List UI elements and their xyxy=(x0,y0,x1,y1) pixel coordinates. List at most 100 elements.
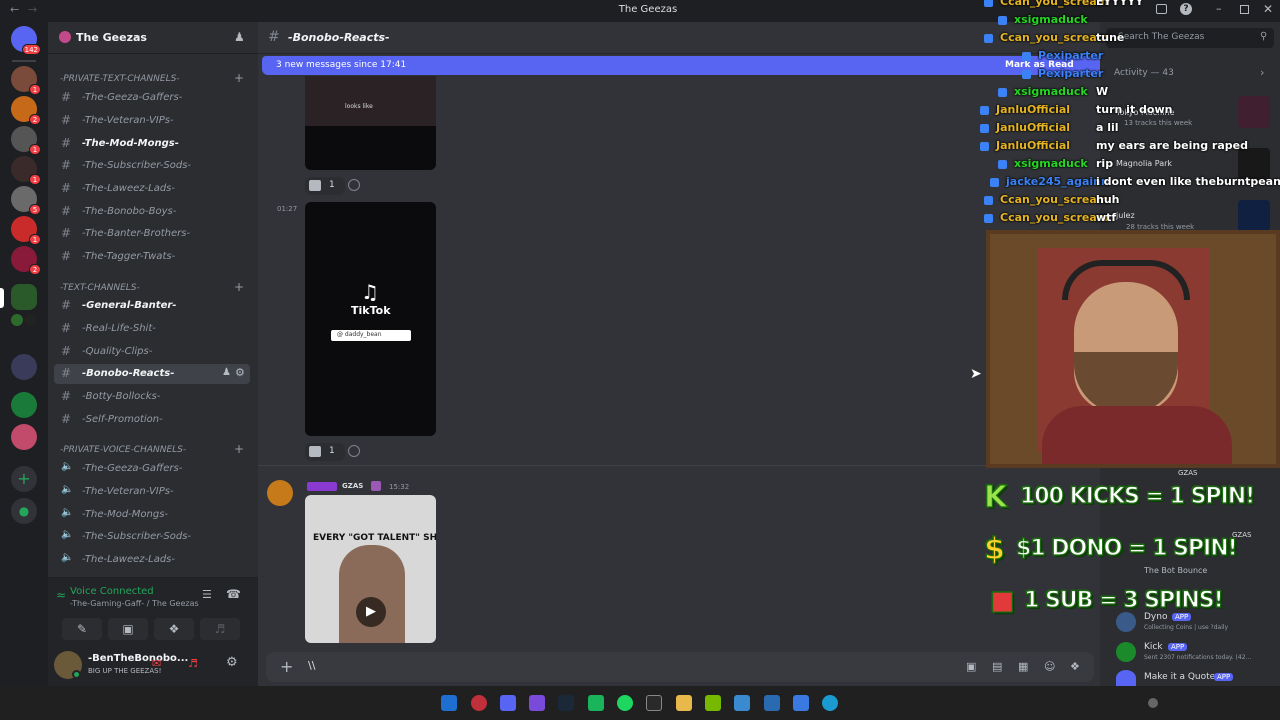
server-icon[interactable]: 2 xyxy=(11,246,41,275)
tray-icon[interactable] xyxy=(1148,698,1158,708)
member-name[interactable]: Make it a Quote xyxy=(1144,672,1215,682)
video-attachment[interactable]: looks like xyxy=(305,76,436,170)
add-attachment-icon[interactable]: + xyxy=(280,657,293,676)
server-icon[interactable] xyxy=(11,314,23,326)
channel-item[interactable]: # -The-Tagger-Twats- xyxy=(54,247,250,267)
channel-item-selected[interactable]: # -Bonobo-Reacts- ♟ ⚙ xyxy=(54,364,250,384)
emoji-picker-icon[interactable]: ☺ xyxy=(1044,660,1055,673)
app-icon[interactable] xyxy=(529,695,545,711)
server-icon[interactable]: 1 xyxy=(11,126,41,155)
app-icon[interactable] xyxy=(588,695,604,711)
server-icon[interactable]: 1 xyxy=(11,216,41,245)
reaction[interactable]: 1 xyxy=(305,443,345,461)
add-reaction-icon[interactable] xyxy=(348,445,360,457)
play-icon[interactable]: ▶ xyxy=(356,597,386,627)
reaction[interactable]: 1 xyxy=(305,177,345,195)
spotify-icon[interactable] xyxy=(617,695,633,711)
channel-name: -The-Subscriber-Sods- xyxy=(82,160,192,171)
channel-item[interactable]: # -The-Laweez-Lads- xyxy=(54,179,250,199)
app-icon[interactable] xyxy=(471,695,487,711)
forward-arrow-icon[interactable]: → xyxy=(28,3,37,16)
add-reaction-icon[interactable] xyxy=(348,179,360,191)
channel-item[interactable]: # -The-Mod-Mongs- xyxy=(54,134,250,154)
category-private-text[interactable]: -PRIVATE-TEXT-CHANNELS- xyxy=(60,74,180,84)
gif-icon[interactable]: ▤ xyxy=(992,660,1002,673)
server-icon[interactable]: 5 xyxy=(11,186,41,215)
channel-item[interactable]: # -Quality-Clips- xyxy=(54,342,250,362)
server-tag: GZAS xyxy=(342,482,364,490)
channel-item[interactable]: # -The-Subscriber-Sods- xyxy=(54,156,250,176)
channel-item[interactable]: # -The-Bonobo-Boys- xyxy=(54,202,250,222)
add-channel-icon[interactable]: + xyxy=(234,442,244,456)
settings-gear-icon[interactable]: ⚙ xyxy=(226,655,238,670)
server-icon[interactable] xyxy=(11,392,37,418)
gear-icon[interactable]: ⚙ xyxy=(235,366,245,379)
voice-channel-item[interactable]: 🔈 -The-Veteran-VIPs- xyxy=(54,482,250,502)
camera-off-button[interactable]: ✎ xyxy=(62,618,102,640)
guild-header[interactable]: The Geezas ⌄ ♟ xyxy=(48,22,258,54)
channel-item[interactable]: # -The-Geeza-Gaffers- xyxy=(54,88,250,108)
category-private-voice[interactable]: -PRIVATE-VOICE-CHANNELS- xyxy=(60,445,186,455)
server-icon[interactable] xyxy=(11,354,37,380)
back-arrow-icon[interactable]: ← xyxy=(10,3,19,16)
message-composer[interactable]: + \\ ▣ ▤ ▦ ☺ ❖ xyxy=(266,652,1094,682)
invite-icon[interactable]: ♟ xyxy=(222,367,231,378)
steam-icon[interactable] xyxy=(558,695,574,711)
channel-item[interactable]: # -Botty-Bollocks- xyxy=(54,387,250,407)
soundboard-button[interactable]: ♬ xyxy=(200,618,240,640)
channel-name: -Quality-Clips- xyxy=(82,346,153,357)
server-icon[interactable]: 1 xyxy=(11,66,41,95)
add-server-icon[interactable]: + xyxy=(11,466,37,492)
chat-badge-icon xyxy=(984,214,993,223)
nvidia-icon[interactable] xyxy=(705,695,721,711)
tiktok-video[interactable]: ♫ TikTok @ daddy_bean xyxy=(305,202,436,436)
server-icon-the-geezas[interactable] xyxy=(11,284,37,310)
channel-item[interactable]: # -The-Veteran-VIPs- xyxy=(54,111,250,131)
edge-icon[interactable] xyxy=(822,695,838,711)
avatar[interactable] xyxy=(267,480,293,506)
explore-icon[interactable]: ● xyxy=(11,498,37,524)
server-icon[interactable] xyxy=(11,424,37,450)
apps-icon[interactable]: ❖ xyxy=(1070,660,1080,673)
notepad-icon[interactable] xyxy=(734,695,750,711)
server-icon[interactable]: 1 xyxy=(11,156,41,185)
gift-icon[interactable]: ▣ xyxy=(966,660,976,673)
sticker-icon[interactable]: ▦ xyxy=(1018,660,1028,673)
video-attachment[interactable]: EVERY "GOT TALENT" SHOW ▶ xyxy=(305,495,436,643)
folder-icon[interactable] xyxy=(676,695,692,711)
avatar[interactable] xyxy=(1116,670,1136,686)
screen-share-button[interactable]: ▣ xyxy=(108,618,148,640)
add-member-icon[interactable]: ♟ xyxy=(234,30,245,44)
mute-icon[interactable]: ✉ xyxy=(152,657,161,670)
voice-channel-item[interactable]: 🔈 -The-Laweez-Lads- xyxy=(54,550,250,570)
activities-button[interactable]: ❖ xyxy=(154,618,194,640)
add-channel-icon[interactable]: + xyxy=(234,71,244,85)
app-icon[interactable] xyxy=(764,695,780,711)
voice-channel-item[interactable]: 🔈 -The-Geeza-Gaffers- xyxy=(54,459,250,479)
username[interactable]: -BenTheBonobo... xyxy=(88,653,188,664)
channel-item[interactable]: # -Real-Life-Shit- xyxy=(54,319,250,339)
channel-item[interactable]: # -General-Banter- xyxy=(54,296,250,316)
discord-icon[interactable] xyxy=(500,695,516,711)
server-icon[interactable] xyxy=(25,314,37,326)
epic-games-icon[interactable] xyxy=(646,695,662,711)
disconnect-icon[interactable]: ☎ xyxy=(226,587,241,601)
divider xyxy=(258,465,1100,466)
channel-item[interactable]: # -The-Banter-Brothers- xyxy=(54,224,250,244)
voice-channel-name[interactable]: -The-Gaming-Gaff- / The Geezas xyxy=(70,599,199,608)
voice-channel-item[interactable]: 🔈 -The-Subscriber-Sods- xyxy=(54,527,250,547)
start-icon[interactable] xyxy=(441,695,457,711)
voice-channel-item[interactable]: 🔈 -The-Mod-Mongs- xyxy=(54,505,250,525)
deafen-icon[interactable]: ♬ xyxy=(188,657,198,670)
app-badge: APP xyxy=(1214,673,1234,681)
author-name[interactable] xyxy=(307,482,337,491)
app-icon[interactable] xyxy=(793,695,809,711)
signal-icon[interactable]: ≈ xyxy=(56,588,66,602)
channel-item[interactable]: # -Self-Promotion- xyxy=(54,410,250,430)
noise-suppression-icon[interactable]: ☰ xyxy=(202,588,212,601)
add-channel-icon[interactable]: + xyxy=(234,280,244,294)
message-input[interactable]: \\ xyxy=(308,659,315,672)
server-home[interactable]: 142 xyxy=(11,26,41,55)
server-icon[interactable]: 2 xyxy=(11,96,41,125)
category-text[interactable]: -TEXT-CHANNELS- xyxy=(60,283,140,293)
